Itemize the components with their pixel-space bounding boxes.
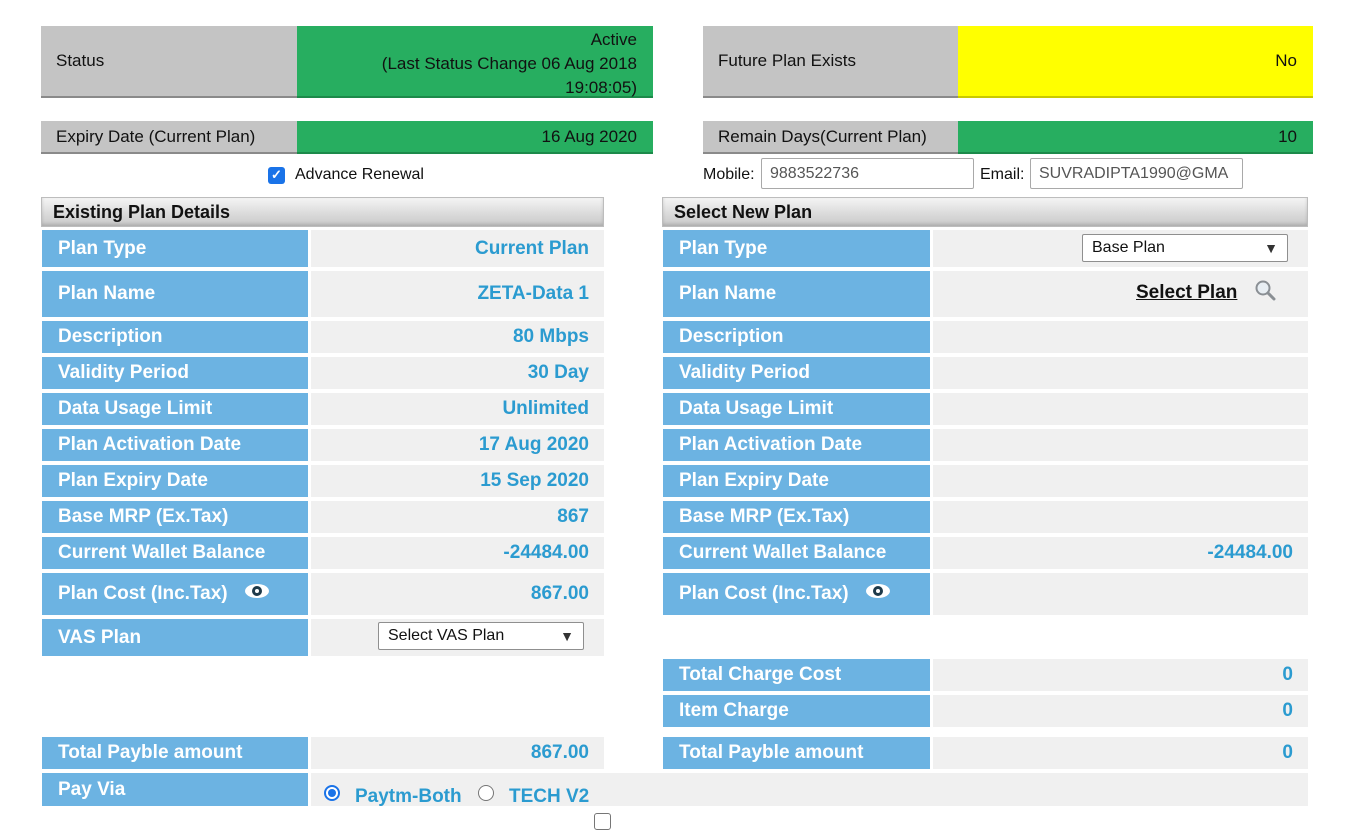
mobile-input[interactable]: 9883522736 <box>761 158 974 189</box>
status-value: Active (Last Status Change 06 Aug 2018 1… <box>297 26 653 98</box>
tech-label: TECH V2 <box>509 786 590 807</box>
chevron-down-icon: ▼ <box>560 628 574 644</box>
search-icon[interactable] <box>1253 278 1277 307</box>
existing-plan-type-label: Plan Type <box>42 230 308 267</box>
new-data-usage-label: Data Usage Limit <box>663 393 930 425</box>
existing-plan-name-label: Plan Name <box>42 271 308 317</box>
terms-checkbox[interactable] <box>594 813 611 830</box>
existing-data-usage-label: Data Usage Limit <box>42 393 308 425</box>
advance-renewal[interactable]: ✓ Advance Renewal <box>268 166 424 184</box>
new-description-value <box>933 321 1308 353</box>
new-activation-date-label: Plan Activation Date <box>663 429 930 461</box>
total-charge-value: 0 <box>933 659 1308 691</box>
new-base-mrp-value <box>933 501 1308 533</box>
remain-days-value: 10 <box>958 121 1313 154</box>
advance-renewal-label: Advance Renewal <box>295 166 424 183</box>
advance-renewal-checkbox[interactable]: ✓ <box>268 166 285 184</box>
existing-activation-date-label: Plan Activation Date <box>42 429 308 461</box>
existing-plan-name-value: ZETA-Data 1 <box>311 271 604 317</box>
future-plan-label: Future Plan Exists <box>703 26 958 98</box>
total-charge-label: Total Charge Cost <box>663 659 930 691</box>
existing-expiry-date-label: Plan Expiry Date <box>42 465 308 497</box>
new-expiry-date-value <box>933 465 1308 497</box>
existing-plan-cost-label: Plan Cost (Inc.Tax) <box>42 573 308 615</box>
new-validity-label: Validity Period <box>663 357 930 389</box>
existing-activation-date-value: 17 Aug 2020 <box>311 429 604 461</box>
pay-via-tech[interactable]: TECH V2 <box>478 778 589 808</box>
pay-via-paytm[interactable]: Paytm-Both <box>324 778 462 808</box>
existing-expiry-date-value: 15 Sep 2020 <box>311 465 604 497</box>
existing-total-label: Total Payble amount <box>42 737 308 769</box>
new-plan-name-label: Plan Name <box>663 271 930 317</box>
item-charge-value: 0 <box>933 695 1308 727</box>
existing-plan-header: Existing Plan Details <box>41 197 604 227</box>
new-description-label: Description <box>663 321 930 353</box>
new-validity-value <box>933 357 1308 389</box>
email-label: Email: <box>980 166 1025 183</box>
existing-validity-value: 30 Day <box>311 357 604 389</box>
existing-plan-type-value: Current Plan <box>311 230 604 267</box>
existing-plan-cost-value: 867.00 <box>311 573 604 615</box>
vas-plan-select[interactable]: Select VAS Plan ▼ <box>378 622 584 650</box>
expiry-label: Expiry Date (Current Plan) <box>41 121 297 154</box>
future-plan-value: No <box>958 26 1313 98</box>
paytm-label: Paytm-Both <box>355 786 462 807</box>
existing-data-usage-value: Unlimited <box>311 393 604 425</box>
new-total-label: Total Payble amount <box>663 737 930 769</box>
status-active: Active <box>590 30 637 49</box>
status-change-time: 19:08:05) <box>565 78 637 97</box>
chevron-down-icon: ▼ <box>1264 240 1278 256</box>
new-plan-cost-value <box>933 573 1308 615</box>
existing-base-mrp-value: 867 <box>311 501 604 533</box>
existing-total-value: 867.00 <box>311 737 604 769</box>
mobile-label: Mobile: <box>703 166 755 183</box>
new-plan-cost-label: Plan Cost (Inc.Tax) <box>663 573 930 615</box>
eye-icon[interactable] <box>865 583 891 605</box>
existing-wallet-balance-value: -24484.00 <box>311 537 604 569</box>
plan-type-select[interactable]: Base Plan ▼ <box>1082 234 1288 262</box>
new-expiry-date-label: Plan Expiry Date <box>663 465 930 497</box>
new-plan-type-label: Plan Type <box>663 230 930 267</box>
existing-wallet-balance-label: Current Wallet Balance <box>42 537 308 569</box>
new-wallet-balance-label: Current Wallet Balance <box>663 537 930 569</box>
new-plan-header: Select New Plan <box>662 197 1308 227</box>
pay-via-label: Pay Via <box>42 773 308 806</box>
new-wallet-balance-value: -24484.00 <box>933 537 1308 569</box>
expiry-value: 16 Aug 2020 <box>297 121 653 154</box>
existing-base-mrp-label: Base MRP (Ex.Tax) <box>42 501 308 533</box>
status-label: Status <box>41 26 297 98</box>
existing-validity-label: Validity Period <box>42 357 308 389</box>
item-charge-label: Item Charge <box>663 695 930 727</box>
select-plan-label: Select Plan <box>1136 281 1238 303</box>
eye-icon[interactable] <box>244 583 270 605</box>
existing-description-value: 80 Mbps <box>311 321 604 353</box>
email-input[interactable]: SUVRADIPTA1990@GMA <box>1030 158 1243 189</box>
remain-days-label: Remain Days(Current Plan) <box>703 121 958 154</box>
paytm-radio[interactable] <box>324 785 340 801</box>
new-data-usage-value <box>933 393 1308 425</box>
tech-radio[interactable] <box>478 785 494 801</box>
existing-description-label: Description <box>42 321 308 353</box>
new-activation-date-value <box>933 429 1308 461</box>
new-base-mrp-label: Base MRP (Ex.Tax) <box>663 501 930 533</box>
vas-plan-label: VAS Plan <box>42 619 308 656</box>
new-total-value: 0 <box>933 737 1308 769</box>
select-plan-link[interactable]: Select Plan <box>1136 278 1277 307</box>
status-change: (Last Status Change 06 Aug 2018 <box>381 54 637 73</box>
